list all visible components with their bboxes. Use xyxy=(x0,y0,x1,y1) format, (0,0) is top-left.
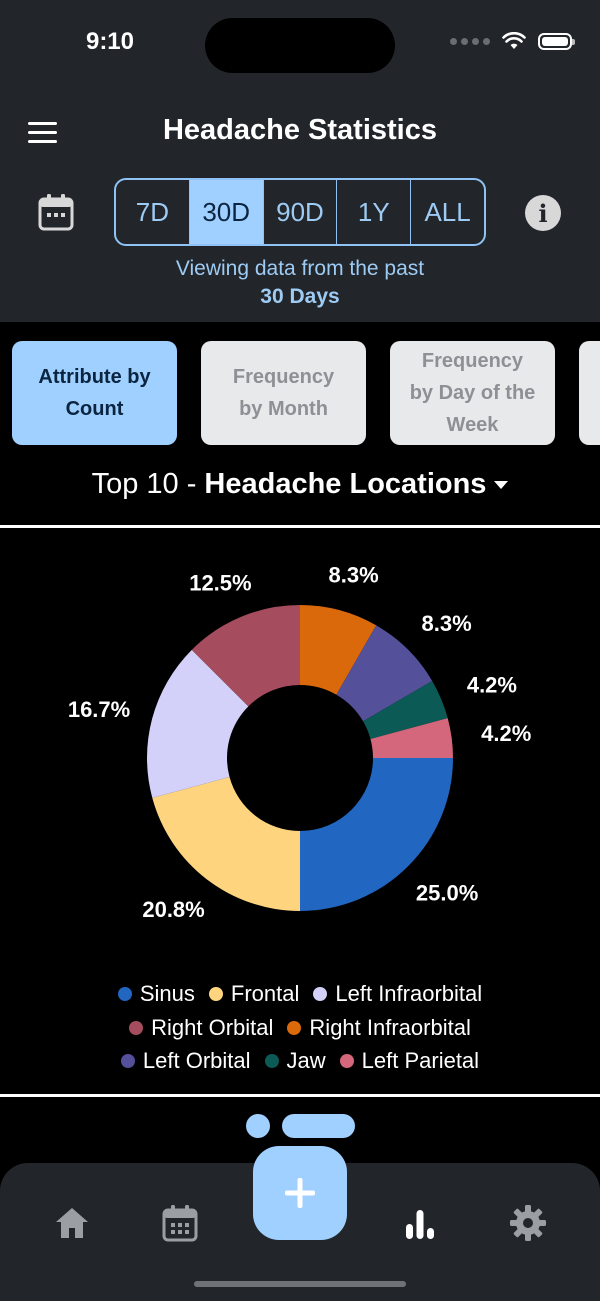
gear-icon xyxy=(510,1205,546,1241)
legend-label: Right Orbital xyxy=(151,1015,274,1040)
chip-label: by Day of the xyxy=(409,382,536,404)
legend-item: Frontal xyxy=(208,981,300,1007)
section-selector[interactable]: Top 10 - Headache Locations xyxy=(0,468,600,501)
chip-label: by Month xyxy=(239,398,328,420)
range-7d-button[interactable]: 7D xyxy=(116,180,189,244)
status-icons xyxy=(450,32,575,50)
chip-label: Frequency xyxy=(421,350,524,372)
legend-item: Right Infraorbital xyxy=(287,1015,471,1041)
slice-label: 20.8% xyxy=(142,897,204,922)
viewing-caption: Viewing data from the past xyxy=(175,257,425,280)
battery-icon xyxy=(538,32,575,50)
tab-statistics[interactable] xyxy=(400,1203,440,1243)
chip-frequency-by-day-of-week[interactable]: Frequency by Day of the Week xyxy=(390,341,555,445)
page-dot-active[interactable] xyxy=(282,1114,355,1138)
calendar-icon xyxy=(38,194,74,231)
legend-row-1: Sinus Frontal Left Infraorbital xyxy=(0,981,600,1007)
range-selector: 7D 30D 90D 1Y ALL xyxy=(114,178,486,246)
range-1y-button[interactable]: 1Y xyxy=(336,180,410,244)
slice-label: 25.0% xyxy=(416,880,478,905)
header: 9:10 Headache Statistics 7D 30D 90D 1Y A… xyxy=(0,0,600,322)
legend-item: Left Orbital xyxy=(120,1048,251,1074)
legend-item: Left Infraorbital xyxy=(313,981,482,1007)
viewing-period: 30 Days xyxy=(260,285,340,308)
legend-dot xyxy=(313,987,328,1001)
legend-row-3: Left Orbital Jaw Left Parietal xyxy=(0,1048,600,1074)
legend-dot xyxy=(208,987,223,1001)
legend-dot xyxy=(287,1021,302,1035)
add-icon xyxy=(285,1178,315,1208)
slice-label: 4.2% xyxy=(467,673,517,698)
wifi-icon xyxy=(502,32,526,49)
section-title: Headache Locations xyxy=(204,468,487,500)
tab-home[interactable] xyxy=(52,1203,92,1243)
legend-dot xyxy=(339,1054,354,1068)
pie-slice[interactable] xyxy=(152,777,300,911)
donut-chart: 25.0% 20.8% 16.7% 12.5% 8.3% 8.3% 4.2% 4.2% xyxy=(68,562,531,922)
tab-settings[interactable] xyxy=(508,1203,548,1243)
chip-label: Week xyxy=(446,414,499,436)
section-prefix: Top 10 - xyxy=(91,468,205,500)
legend-label: Left Infraorbital xyxy=(335,981,483,1006)
status-time: 9:10 xyxy=(85,28,135,55)
tab-calendar[interactable] xyxy=(160,1203,200,1243)
chip-label: Attribute by xyxy=(38,366,151,388)
legend-item: Sinus xyxy=(117,981,195,1007)
range-90d-button[interactable]: 90D xyxy=(262,180,337,244)
add-headache-button[interactable] xyxy=(253,1146,347,1240)
legend-row-2: Right Orbital Right Infraorbital xyxy=(0,1015,600,1041)
slice-label: 8.3% xyxy=(329,562,379,587)
chart-icon xyxy=(406,1210,434,1239)
legend-label: Frontal xyxy=(230,981,300,1006)
legend-label: Right Infraorbital xyxy=(309,1015,471,1040)
legend-item: Right Orbital xyxy=(129,1015,273,1041)
slice-label: 12.5% xyxy=(189,570,251,595)
legend-item: Left Parietal xyxy=(339,1048,480,1074)
caret-down-icon xyxy=(494,481,509,490)
chip-more[interactable] xyxy=(579,341,600,445)
legend-label: Left Orbital xyxy=(142,1048,251,1073)
range-all-button[interactable]: ALL xyxy=(410,180,484,244)
page-title: Headache Statistics xyxy=(162,114,437,146)
legend-label: Left Parietal xyxy=(361,1048,480,1073)
info-icon[interactable]: i xyxy=(525,195,561,231)
legend-dot xyxy=(120,1054,135,1068)
home-indicator xyxy=(194,1281,406,1287)
legend-dot xyxy=(264,1054,279,1068)
calendar-button[interactable] xyxy=(38,193,74,236)
calendar-icon xyxy=(162,1205,198,1242)
divider xyxy=(0,1094,600,1097)
divider xyxy=(0,525,600,528)
cellular-signal-icon xyxy=(450,37,490,45)
slice-label: 4.2% xyxy=(481,721,531,746)
legend-label: Sinus xyxy=(139,981,195,1006)
legend-dot xyxy=(129,1021,144,1035)
chip-attribute-by-count[interactable]: Attribute by Count xyxy=(12,341,177,445)
legend-label: Jaw xyxy=(286,1048,326,1073)
range-30d-button[interactable]: 30D xyxy=(188,180,263,244)
chip-label: Frequency xyxy=(232,366,335,388)
chip-frequency-by-month[interactable]: Frequency by Month xyxy=(201,341,366,445)
slice-label: 8.3% xyxy=(422,611,472,636)
chip-label: Count xyxy=(65,398,124,420)
dynamic-island xyxy=(205,18,395,73)
legend-item: Jaw xyxy=(264,1048,326,1074)
page-dot[interactable] xyxy=(246,1114,270,1138)
slice-label: 16.7% xyxy=(68,697,130,722)
home-icon xyxy=(56,1208,88,1238)
legend-dot xyxy=(117,987,132,1001)
